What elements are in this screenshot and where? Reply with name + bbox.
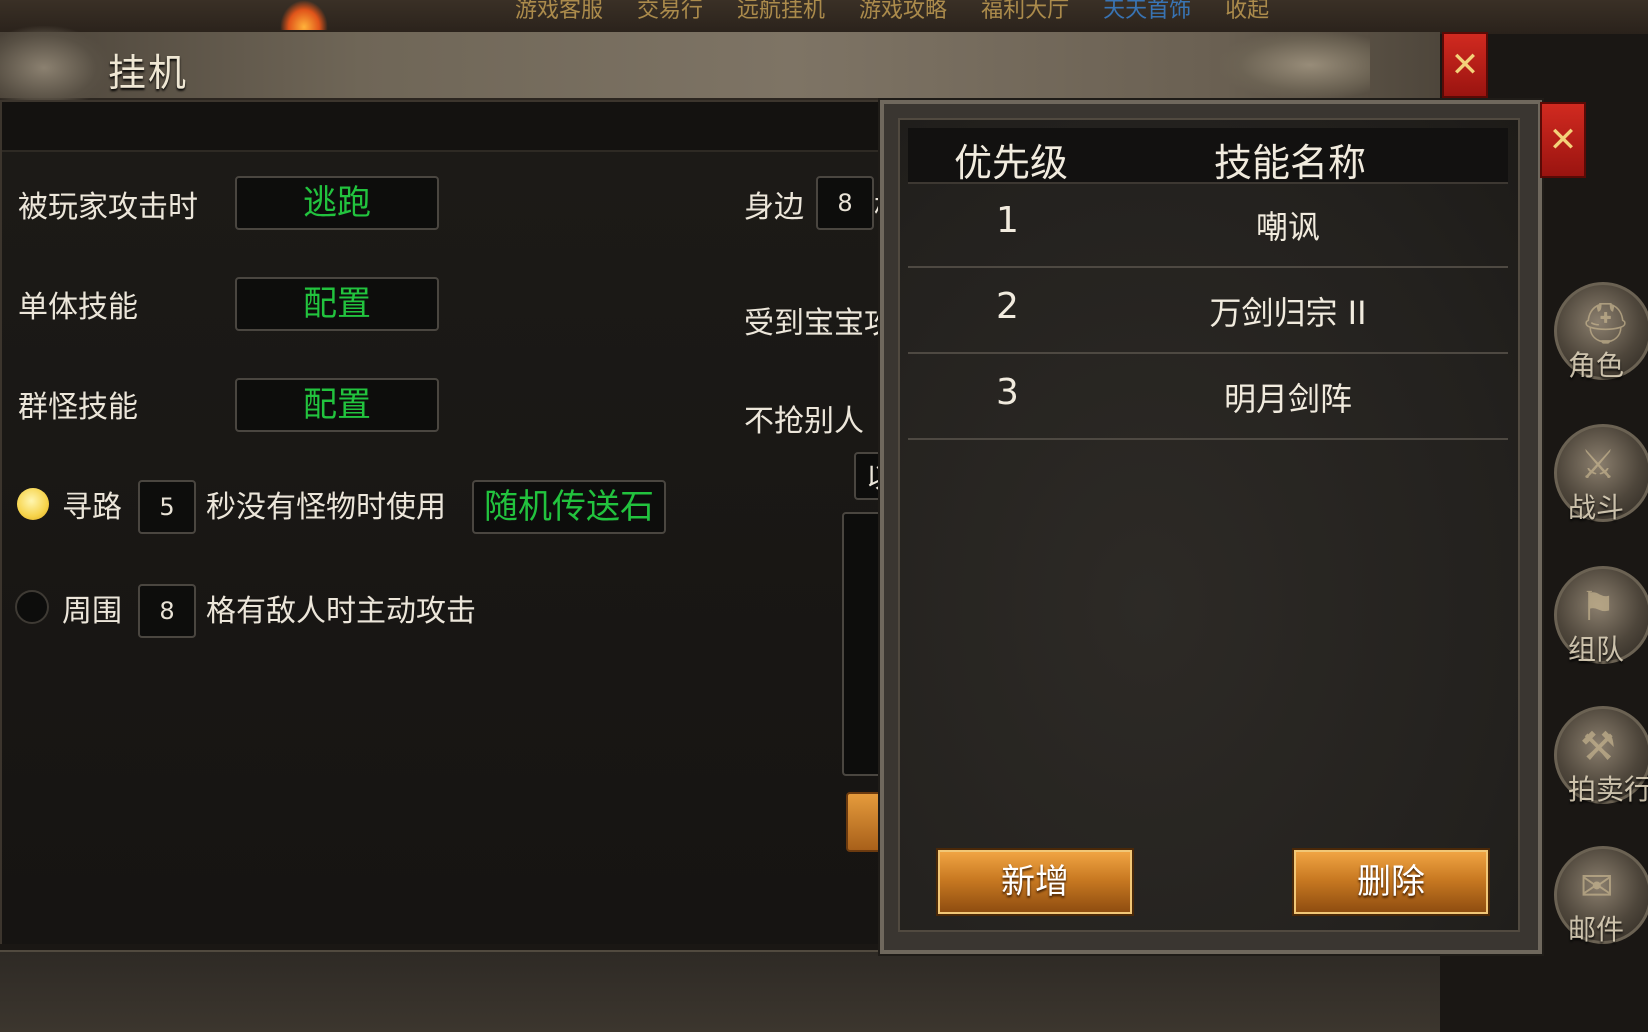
gavel-icon: ⚒	[1580, 724, 1616, 770]
group-skill-config-button[interactable]: 配置	[235, 378, 439, 432]
skill-row[interactable]: 2 万剑归宗 II	[908, 268, 1508, 354]
top-nav-bar: 游戏客服 交易行 远航挂机 游戏攻略 福利大厅 天天首饰 收起	[0, 0, 1648, 34]
skill-name-column-header: 技能名称	[1214, 141, 1367, 185]
side-menu-battle[interactable]: ⚔ 战斗	[1546, 424, 1648, 534]
group-skill-label: 群怪技能	[18, 390, 138, 425]
skill-name: 明月剑阵	[1223, 380, 1352, 418]
priority-column-header: 优先级	[954, 141, 1069, 185]
close-icon[interactable]: ✕	[1442, 32, 1488, 98]
skill-row[interactable]: 3 明月剑阵	[908, 354, 1508, 440]
window-bottom-frame	[0, 950, 1440, 1032]
skill-table-header: 优先级 技能名称	[908, 128, 1508, 185]
skill-priority: 1	[996, 200, 1019, 241]
skill-name: 万剑归宗 II	[1209, 294, 1367, 332]
dragon-ornament-left	[0, 26, 110, 102]
window-title: 挂机	[108, 51, 189, 95]
skill-priority: 3	[996, 372, 1019, 413]
teleport-stone-button[interactable]: 随机传送石	[472, 480, 666, 534]
nearby-label: 身边	[744, 190, 804, 225]
pet-attacked-label: 受到宝宝攻	[744, 306, 894, 341]
dragon-ornament-right	[1220, 32, 1370, 98]
side-menu-mail[interactable]: ✉ 邮件	[1546, 846, 1648, 956]
side-menu-label: 拍卖行	[1568, 773, 1648, 806]
nearby-value-input[interactable]: 8	[816, 176, 874, 230]
pathfind-seconds-input[interactable]: 5	[138, 480, 196, 534]
window-title-bar: 挂机	[0, 26, 1440, 102]
skill-priority: 2	[996, 286, 1019, 327]
close-icon[interactable]: ✕	[1540, 102, 1586, 178]
attacked-by-player-action-button[interactable]: 逃跑	[235, 176, 439, 230]
crossed-swords-icon: ⚔	[1580, 442, 1616, 488]
nav-item-welfare[interactable]: 福利大厅	[981, 0, 1069, 24]
attacked-by-player-label: 被玩家攻击时	[18, 190, 198, 225]
top-nav-items: 游戏客服 交易行 远航挂机 游戏攻略 福利大厅 天天首饰 收起	[515, 0, 1269, 24]
helmet-icon: ⛑	[1580, 301, 1631, 347]
side-menu-label: 邮件	[1568, 913, 1625, 946]
nav-item-trade[interactable]: 交易行	[637, 0, 703, 24]
skill-name: 嘲讽	[1255, 208, 1320, 246]
nav-item-guide[interactable]: 游戏攻略	[859, 0, 947, 24]
single-skill-config-button[interactable]: 配置	[235, 277, 439, 331]
side-menu-label: 角色	[1568, 349, 1625, 382]
skill-priority-popup: 优先级 技能名称 1 嘲讽 2 万剑归宗 II 3 明月剑阵 新增 删除	[880, 100, 1542, 954]
side-menu-auction[interactable]: ⚒ 拍卖行	[1546, 706, 1648, 816]
pathfind-radio[interactable]	[17, 488, 49, 520]
skill-priority-panel: 优先级 技能名称 1 嘲讽 2 万剑归宗 II 3 明月剑阵 新增 删除	[898, 118, 1520, 932]
flag-icon: ⚑	[1580, 584, 1616, 630]
torch-icon	[280, 0, 328, 30]
no-steal-label: 不抢别人	[744, 404, 864, 439]
surround-suffix-label: 格有敌人时主动攻击	[206, 594, 476, 629]
surround-label: 周围	[62, 594, 122, 629]
pathfind-label: 寻路	[62, 490, 122, 525]
pathfind-suffix-label: 秒没有怪物时使用	[206, 490, 446, 525]
nav-item-jewelry[interactable]: 天天首饰	[1103, 0, 1191, 24]
surround-radio[interactable]	[15, 590, 49, 624]
side-menu-label: 战斗	[1568, 491, 1625, 524]
surround-cells-input[interactable]: 8	[138, 584, 196, 638]
delete-skill-button[interactable]: 删除	[1294, 850, 1488, 914]
add-skill-button[interactable]: 新增	[938, 850, 1132, 914]
side-menu-character[interactable]: ⛑ 角色	[1546, 282, 1648, 392]
nav-item-collapse[interactable]: 收起	[1225, 0, 1269, 24]
nav-item-auto[interactable]: 远航挂机	[737, 0, 825, 24]
side-menu-label: 组队	[1568, 633, 1625, 666]
side-menu-team[interactable]: ⚑ 组队	[1546, 566, 1648, 676]
nav-item-service[interactable]: 游戏客服	[515, 0, 603, 24]
single-skill-label: 单体技能	[18, 290, 138, 325]
skill-row[interactable]: 1 嘲讽	[908, 182, 1508, 268]
mail-icon: ✉	[1580, 864, 1614, 910]
